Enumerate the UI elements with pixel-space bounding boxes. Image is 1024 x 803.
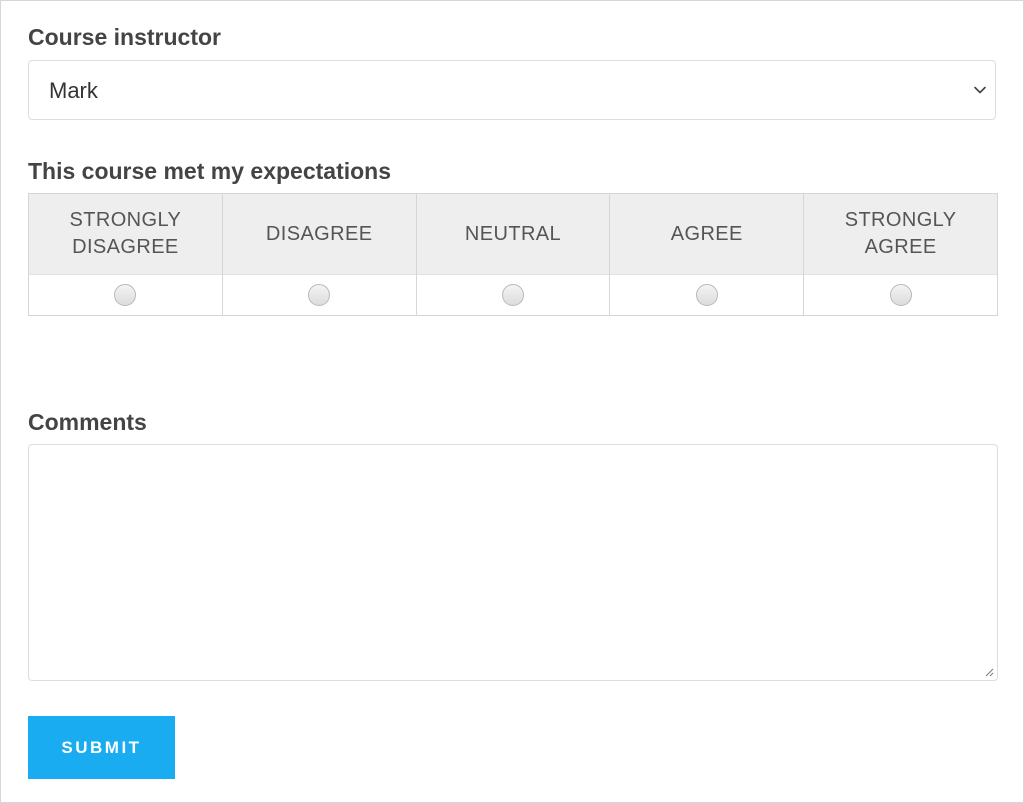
comments-label: Comments [28,409,147,435]
radio-strongly-disagree[interactable] [114,284,137,306]
likert-header-agree: AGREE [610,194,804,274]
expectations-likert-scale: STRONGLY DISAGREE DISAGREE NEUTRAL AGREE… [28,193,998,316]
likert-option-strongly-disagree: STRONGLY DISAGREE [29,194,223,315]
likert-header-disagree: DISAGREE [222,194,416,274]
survey-form: Course instructor Mark This course met m… [0,0,1024,803]
comments-textarea[interactable] [28,444,998,681]
radio-neutral[interactable] [501,284,524,306]
likert-cell [804,274,997,315]
likert-header-strongly-disagree: STRONGLY DISAGREE [29,194,222,274]
course-instructor-select[interactable]: Mark [28,60,996,120]
likert-header-neutral: NEUTRAL [416,194,610,274]
likert-header-strongly-agree: STRONGLY AGREE [804,194,997,274]
likert-cell [222,274,416,315]
likert-cell [416,274,610,315]
likert-cell [610,274,804,315]
course-instructor-label: Course instructor [28,24,221,50]
radio-disagree[interactable] [308,284,331,306]
course-instructor-value: Mark [49,78,98,103]
submit-button[interactable]: SUBMIT [28,716,175,779]
likert-option-strongly-agree: STRONGLY AGREE [804,194,997,315]
likert-option-neutral: NEUTRAL [416,194,611,315]
radio-agree[interactable] [695,284,718,306]
resize-handle-icon[interactable] [984,667,994,677]
likert-option-agree: AGREE [610,194,805,315]
chevron-down-icon [974,86,986,94]
likert-option-disagree: DISAGREE [222,194,417,315]
radio-strongly-agree[interactable] [889,284,912,306]
likert-cell [29,274,222,315]
expectations-label: This course met my expectations [28,158,392,184]
